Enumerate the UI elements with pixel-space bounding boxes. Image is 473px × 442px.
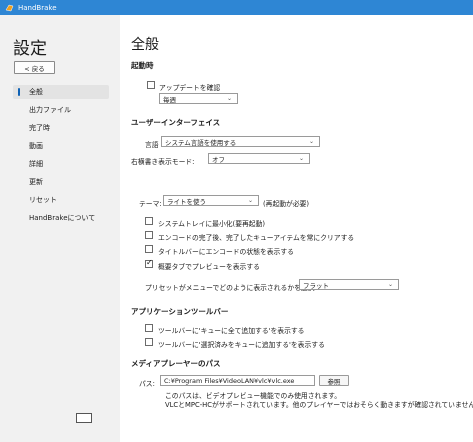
- clear-completed-checkbox[interactable]: [145, 231, 153, 239]
- titlebar-status-checkbox[interactable]: [145, 245, 153, 253]
- handbrake-logo-icon: [5, 3, 14, 12]
- show-preview-label: 概要タブでプレビューを表示する: [158, 263, 260, 271]
- preset-display-value: フラット: [303, 281, 329, 290]
- chevron-down-icon: ⌄: [298, 155, 304, 162]
- window-icon[interactable]: [76, 413, 92, 423]
- language-value: システム言語を使用する: [165, 138, 237, 147]
- rtl-mode-value: オフ: [212, 155, 225, 164]
- update-frequency-select[interactable]: 毎週 ⌄: [159, 93, 238, 104]
- page-title: 全般: [131, 37, 159, 53]
- check-updates-checkbox[interactable]: [147, 81, 155, 89]
- sidebar-item-video[interactable]: 動画: [13, 139, 109, 153]
- minimize-to-tray-label: システムトレイに最小化(要再起動): [158, 220, 266, 228]
- preset-display-select[interactable]: フラット ⌄: [299, 279, 399, 290]
- chevron-down-icon: ⌄: [387, 281, 393, 288]
- window-title: HandBrake: [18, 3, 57, 12]
- toolbar-heading: アプリケーションツールバー: [131, 307, 229, 316]
- chevron-down-icon: ⌄: [247, 197, 253, 204]
- media-path-input[interactable]: C:¥Program Files¥VideoLAN¥vlc¥vlc.exe: [160, 375, 315, 386]
- show-preview-checkbox[interactable]: [145, 258, 153, 268]
- settings-sidebar: 設定 < 戻る 全般 出力ファイル 完了時 動画 詳細 更新 リセット Hand…: [0, 15, 120, 442]
- window-titlebar: HandBrake: [0, 0, 473, 15]
- sidebar-item-reset[interactable]: リセット: [13, 193, 109, 207]
- add-all-to-queue-checkbox[interactable]: [145, 324, 153, 332]
- sidebar-item-label: 更新: [29, 178, 43, 186]
- ui-heading: ユーザーインターフェイス: [131, 118, 221, 127]
- add-selected-to-queue-label: ツールバーに'選択済みをキューに追加する'を表示する: [158, 341, 325, 349]
- media-player-heading: メディアプレーヤーのパス: [131, 359, 221, 368]
- update-frequency-value: 毎週: [163, 95, 176, 104]
- chevron-down-icon: ⌄: [226, 95, 232, 102]
- add-selected-to-queue-checkbox[interactable]: [145, 338, 153, 346]
- theme-label: テーマ:: [139, 200, 162, 208]
- sidebar-item-about[interactable]: HandBrakeについて: [13, 211, 109, 225]
- settings-title: 設定: [13, 39, 47, 59]
- sidebar-item-label: 詳細: [29, 160, 43, 168]
- sidebar-item-general[interactable]: 全般: [13, 85, 109, 99]
- back-button[interactable]: < 戻る: [14, 61, 55, 74]
- theme-restart-note: (再起動が必要): [263, 200, 310, 208]
- sidebar-item-label: 動画: [29, 142, 43, 150]
- sidebar-item-when-done[interactable]: 完了時: [13, 121, 109, 135]
- sidebar-item-label: 完了時: [29, 124, 50, 132]
- sidebar-item-label: HandBrakeについて: [29, 214, 96, 222]
- add-all-to-queue-label: ツールバーに'キューに全て追加する'を表示する: [158, 327, 305, 335]
- check-updates-label: アップデートを確認: [159, 84, 221, 92]
- rtl-mode-select[interactable]: オフ ⌄: [208, 153, 310, 164]
- language-label: 言語: [145, 141, 159, 149]
- browse-button[interactable]: 参照: [319, 375, 349, 386]
- sidebar-item-advanced[interactable]: 詳細: [13, 157, 109, 171]
- clear-completed-label: エンコードの完了後、完了したキューアイテムを常にクリアする: [158, 234, 355, 242]
- media-path-label: パス:: [139, 380, 155, 388]
- media-path-note-2: VLCとMPC-HCがサポートされています。他のプレイヤーではおそらく動きますが…: [165, 401, 473, 409]
- theme-select[interactable]: ライトを使う ⌄: [163, 195, 259, 206]
- sidebar-item-label: 出力ファイル: [29, 106, 71, 114]
- minimize-to-tray-checkbox[interactable]: [145, 217, 153, 225]
- sidebar-item-updates[interactable]: 更新: [13, 175, 109, 189]
- theme-value: ライトを使う: [167, 197, 206, 206]
- preset-display-label: プリセットがメニューでどのように表示されるかを選択:: [145, 284, 317, 292]
- sidebar-item-output-files[interactable]: 出力ファイル: [13, 103, 109, 117]
- settings-content: 全般 起動時 アップデートを確認 毎週 ⌄ ユーザーインターフェイス 言語 シス…: [120, 15, 473, 442]
- startup-heading: 起動時: [131, 61, 154, 70]
- chevron-down-icon: ⌄: [308, 138, 314, 145]
- titlebar-status-label: タイトルバーにエンコードの状態を表示する: [158, 248, 294, 256]
- rtl-mode-label: 右横書き表示モード:: [131, 158, 195, 166]
- sidebar-item-label: 全般: [29, 88, 43, 96]
- language-select[interactable]: システム言語を使用する ⌄: [161, 136, 320, 147]
- sidebar-item-label: リセット: [29, 196, 57, 204]
